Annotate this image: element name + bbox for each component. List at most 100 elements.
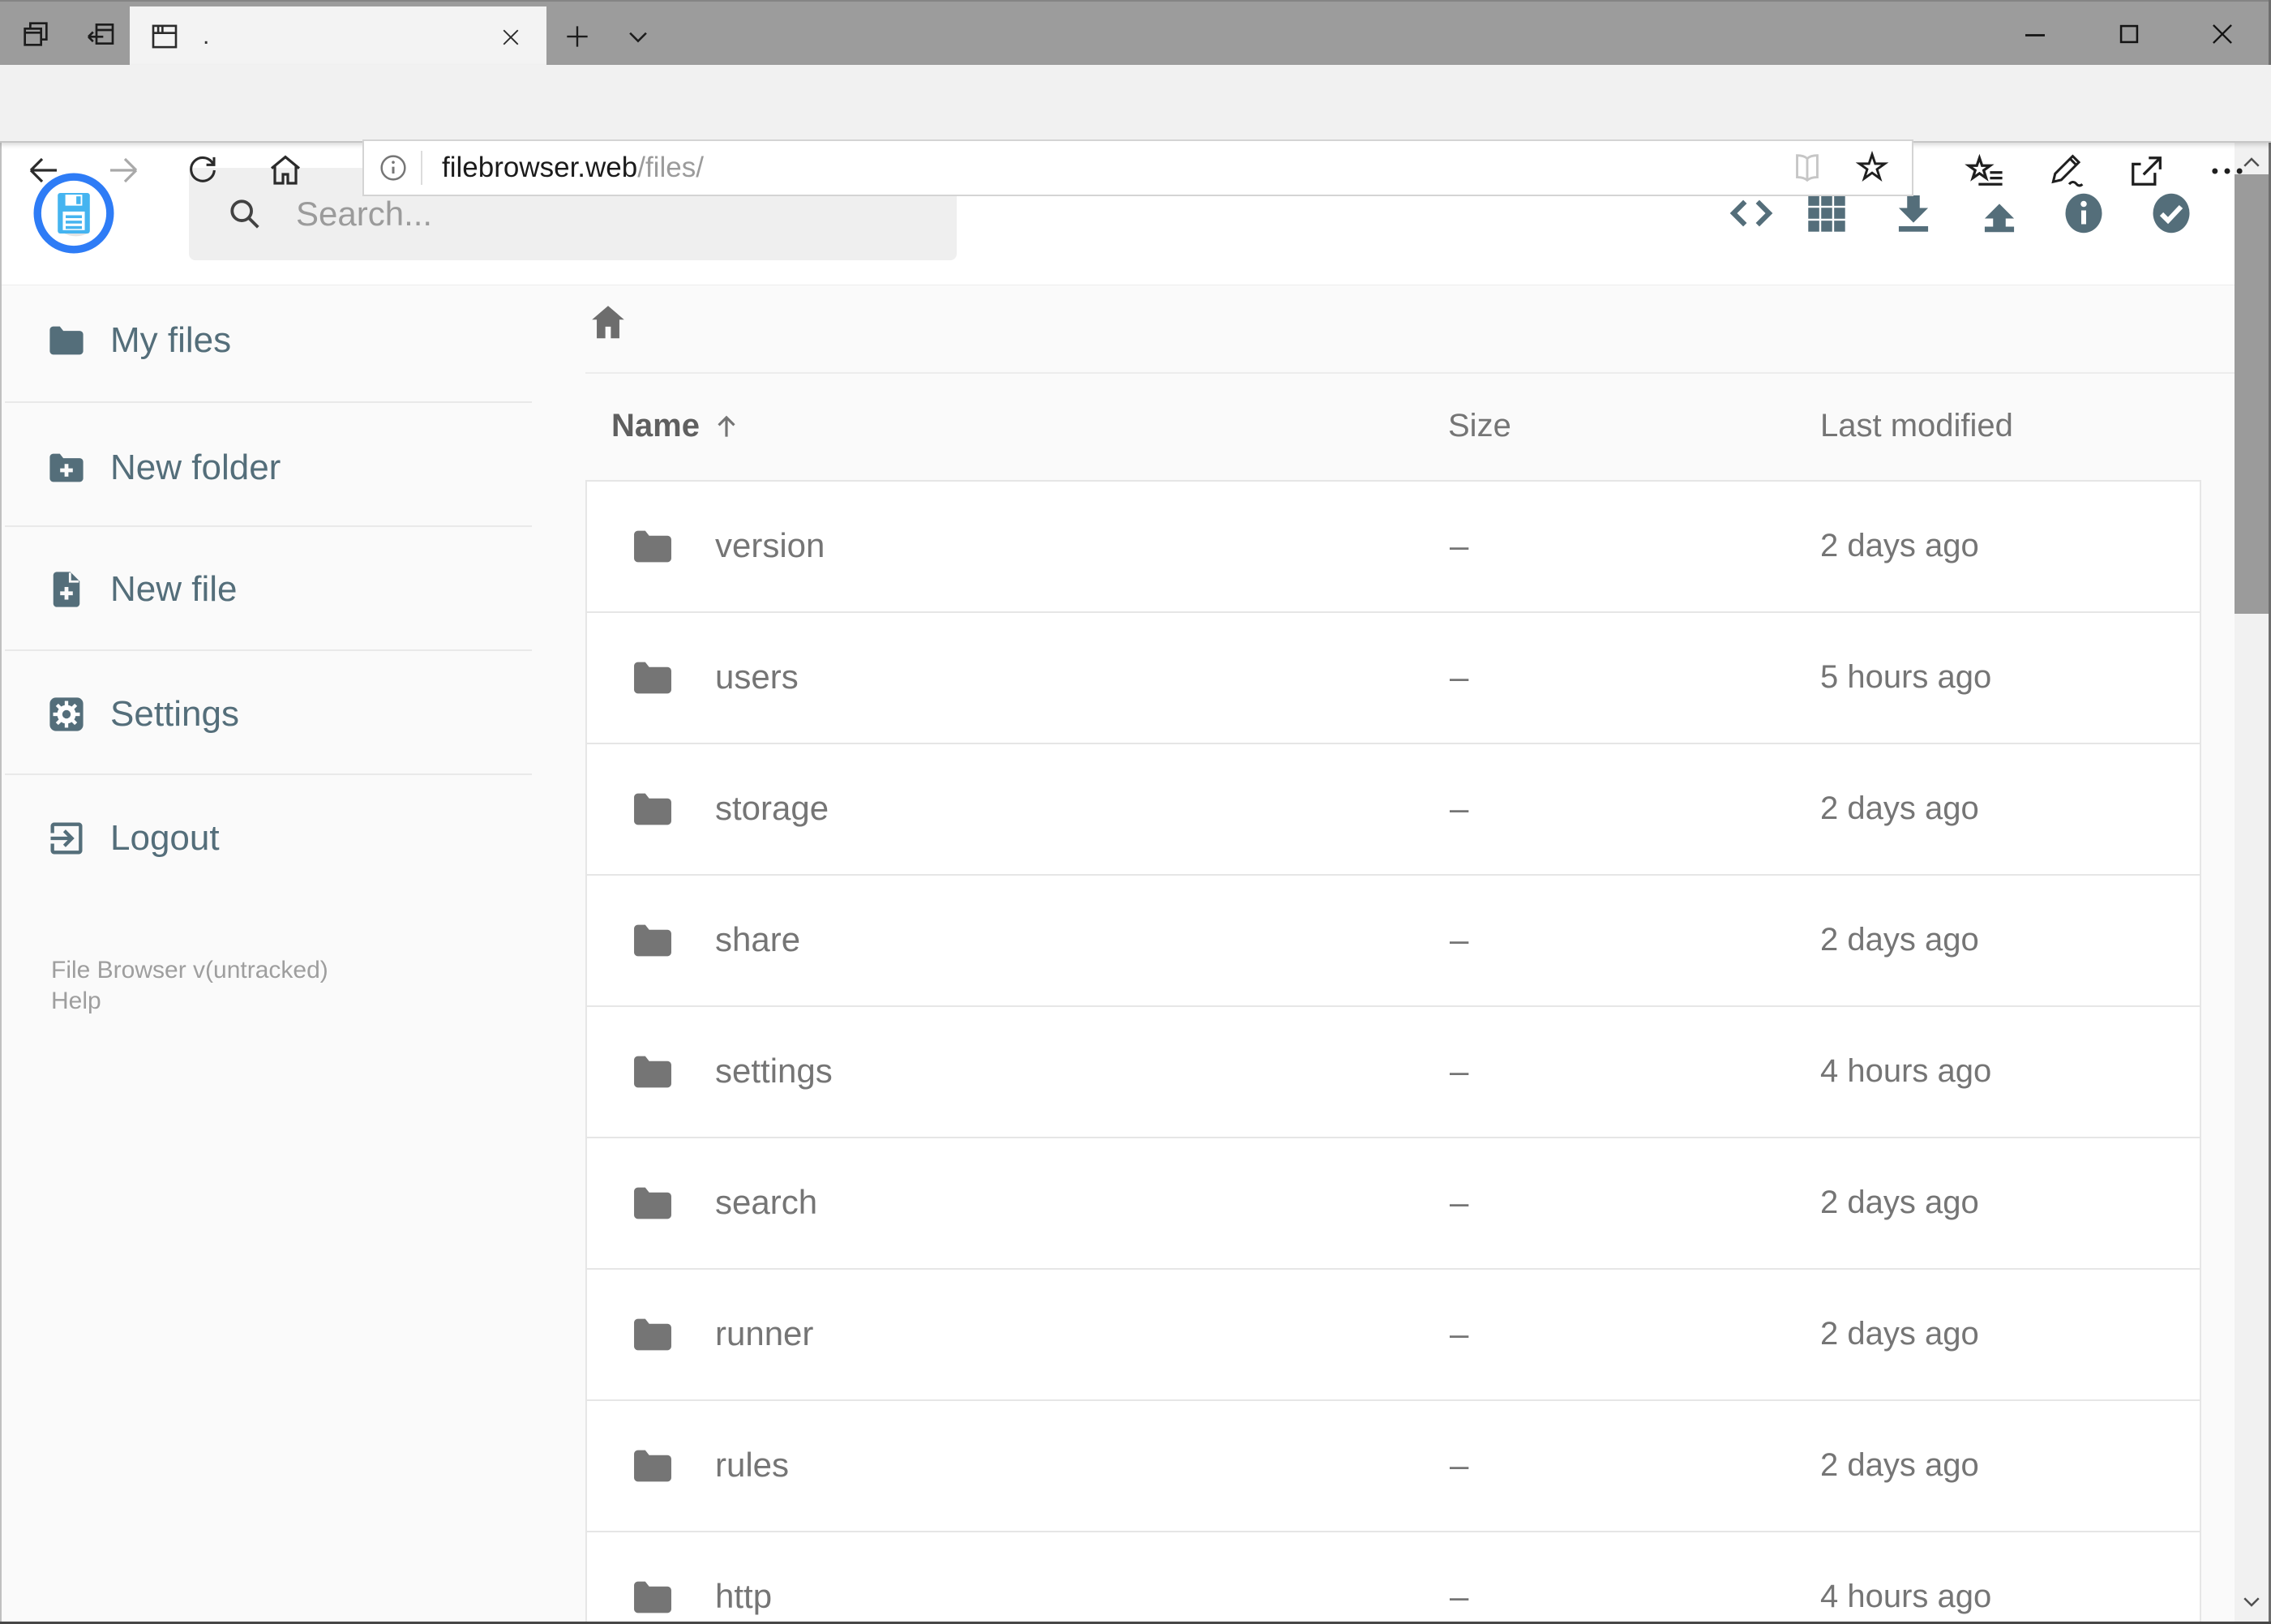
- table-row[interactable]: search – 2 days ago: [587, 1138, 2200, 1270]
- web-note-icon: [2051, 154, 2084, 187]
- sort-ascending-icon: [711, 411, 742, 442]
- new-tab-button[interactable]: [551, 6, 603, 66]
- file-name: search: [715, 1183, 818, 1221]
- share-button[interactable]: [2118, 143, 2175, 199]
- forward-button[interactable]: [97, 144, 149, 196]
- folder-icon: [629, 1180, 676, 1227]
- column-header-name[interactable]: Name: [611, 408, 742, 444]
- more-icon: [2212, 168, 2243, 174]
- table-row[interactable]: storage – 2 days ago: [587, 744, 2200, 876]
- logout-icon: [45, 817, 88, 859]
- refresh-icon: [190, 156, 216, 182]
- back-button[interactable]: [18, 144, 70, 196]
- new-tab-icon: [567, 26, 588, 47]
- maximize-icon: [2119, 24, 2139, 44]
- tab-title: .: [203, 23, 210, 49]
- sidebar-item-new-folder[interactable]: New folder: [0, 427, 568, 508]
- folder-icon: [629, 917, 676, 964]
- file-name: users: [715, 658, 799, 696]
- favorites-hub-button[interactable]: [1957, 143, 2014, 199]
- file-modified: 4 hours ago: [1820, 1579, 1992, 1614]
- sidebar-footer: File Browser v(untracked) Help: [51, 955, 328, 1017]
- more-actions-button[interactable]: [2199, 143, 2256, 199]
- file-name: version: [715, 526, 825, 564]
- table-row[interactable]: runner – 2 days ago: [587, 1270, 2200, 1401]
- web-note-button[interactable]: [2040, 143, 2097, 199]
- folder-plus-icon: [45, 447, 88, 489]
- sidebar-item-label: My files: [110, 320, 232, 360]
- folder-icon: [629, 786, 676, 833]
- sidebar-item-new-file[interactable]: New file: [0, 549, 568, 630]
- refresh-button[interactable]: [177, 144, 229, 196]
- file-modified: 4 hours ago: [1820, 1053, 1992, 1089]
- window-border-left: [0, 65, 2, 1624]
- address-bar[interactable]: filebrowser.web/files/: [362, 139, 1913, 196]
- share-icon: [2132, 156, 2162, 186]
- file-size: –: [1450, 1446, 1469, 1484]
- sidebar-item-label: New folder: [110, 448, 281, 487]
- breadcrumb-home-icon[interactable]: [586, 300, 630, 344]
- help-link[interactable]: Help: [51, 986, 328, 1017]
- column-header-size[interactable]: Size: [1448, 408, 1511, 444]
- sidebar-item-my-files[interactable]: My files: [0, 300, 568, 381]
- table-row[interactable]: version – 2 days ago: [587, 482, 2200, 613]
- file-size: –: [1450, 1314, 1469, 1352]
- sidebar-item-logout[interactable]: Logout: [0, 798, 568, 879]
- maximize-button[interactable]: [2093, 3, 2166, 65]
- breadcrumb-divider: [585, 372, 2235, 374]
- file-modified: 5 hours ago: [1820, 659, 1992, 695]
- file-size: –: [1450, 526, 1469, 564]
- folder-icon: [629, 1311, 676, 1358]
- window-close-icon: [2213, 24, 2232, 44]
- folder-icon: [629, 1574, 676, 1621]
- set-tabs-aside-icon: [84, 18, 117, 50]
- table-row[interactable]: share – 2 days ago: [587, 876, 2200, 1007]
- browser-tab[interactable]: .: [130, 6, 546, 66]
- sidebar-divider: [5, 649, 532, 651]
- column-header-modified[interactable]: Last modified: [1820, 408, 2013, 444]
- file-modified: 2 days ago: [1820, 1316, 1979, 1352]
- file-name: settings: [715, 1052, 833, 1090]
- hub-icon: [1965, 153, 2003, 186]
- file-modified: 2 days ago: [1820, 1185, 1979, 1220]
- table-row[interactable]: http – 4 hours ago: [587, 1532, 2200, 1624]
- tab-list-button[interactable]: [612, 6, 664, 66]
- file-modified: 2 days ago: [1820, 1447, 1979, 1483]
- sidebar-item-label: Logout: [110, 818, 220, 858]
- window-close-button[interactable]: [2186, 3, 2259, 65]
- file-modified: 2 days ago: [1820, 791, 1979, 826]
- tab-preview-button[interactable]: [6, 3, 65, 65]
- favorite-star-icon[interactable]: [1853, 149, 1891, 186]
- url-host: filebrowser.web: [442, 152, 638, 183]
- minimize-button[interactable]: [1999, 3, 2072, 65]
- table-row[interactable]: users – 5 hours ago: [587, 613, 2200, 744]
- folder-icon: [629, 1048, 676, 1095]
- scrollbar-thumb[interactable]: [2235, 174, 2269, 614]
- reading-view-icon[interactable]: [1789, 149, 1826, 186]
- sidebar-item-label: New file: [110, 569, 238, 609]
- tab-close-button[interactable]: [493, 19, 529, 55]
- address-separator: [421, 151, 422, 185]
- file-size: –: [1450, 1183, 1469, 1221]
- file-size: –: [1450, 658, 1469, 696]
- sidebar-divider: [5, 401, 532, 403]
- folder-icon: [629, 654, 676, 701]
- folder-icon: [629, 523, 676, 570]
- sidebar-item-settings[interactable]: Settings: [0, 674, 568, 755]
- page-icon: [148, 19, 182, 54]
- tab-preview-icon: [19, 18, 52, 50]
- search-input[interactable]: [294, 194, 914, 234]
- table-row[interactable]: rules – 2 days ago: [587, 1401, 2200, 1532]
- table-row[interactable]: settings – 4 hours ago: [587, 1007, 2200, 1138]
- home-button[interactable]: [259, 144, 311, 196]
- file-size: –: [1450, 1052, 1469, 1090]
- scroll-down-icon[interactable]: [2235, 1584, 2269, 1618]
- file-listing: version – 2 days ago users – 5 hours ago…: [585, 480, 2201, 1624]
- page-info-icon[interactable]: [377, 152, 409, 184]
- file-size: –: [1450, 1577, 1469, 1615]
- folder-icon: [45, 319, 88, 362]
- file-name: runner: [715, 1314, 814, 1352]
- set-tabs-aside-button[interactable]: [71, 3, 130, 65]
- page-scrollbar[interactable]: [2235, 143, 2269, 1622]
- sidebar-item-label: Settings: [110, 694, 239, 734]
